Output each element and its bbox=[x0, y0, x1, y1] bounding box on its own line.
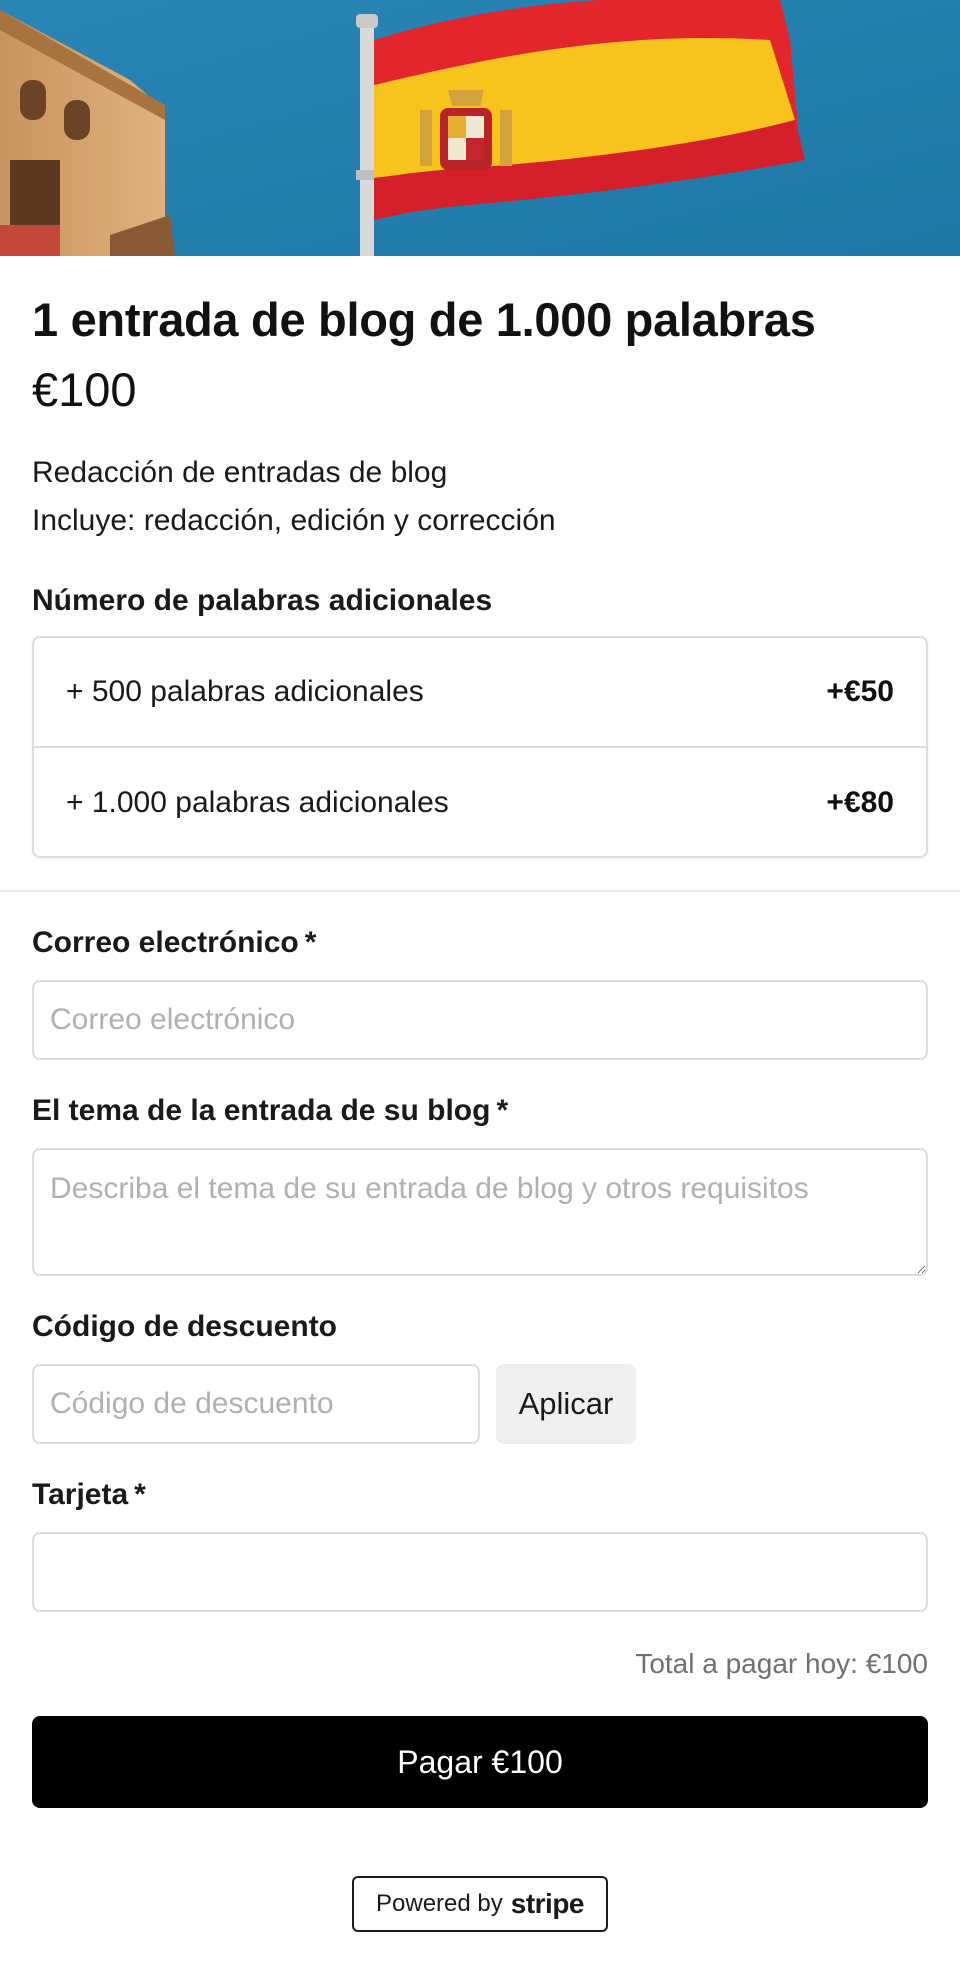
discount-code-input[interactable] bbox=[32, 1364, 480, 1444]
hero-image bbox=[0, 0, 960, 256]
topic-label: El tema de la entrada de su blog * bbox=[32, 1094, 509, 1127]
addon-option-1000[interactable]: + 1.000 palabras adicionales +€80 bbox=[34, 748, 926, 858]
topic-textarea[interactable] bbox=[32, 1148, 928, 1276]
apply-discount-button[interactable]: Aplicar bbox=[496, 1364, 636, 1444]
section-divider bbox=[0, 890, 960, 892]
pay-button[interactable]: Pagar €100 bbox=[32, 1716, 928, 1808]
product-title: 1 entrada de blog de 1.000 palabras bbox=[32, 293, 816, 346]
addons-list: + 500 palabras adicionales +€50 + 1.000 … bbox=[32, 636, 928, 858]
stripe-logo: stripe bbox=[510, 1888, 585, 1919]
required-mark: * bbox=[496, 1094, 509, 1127]
addon-option-label: + 1.000 palabras adicionales bbox=[66, 786, 449, 819]
addons-label: Número de palabras adicionales bbox=[32, 584, 493, 617]
powered-by-text: Powered by bbox=[376, 1890, 503, 1917]
email-label: Correo electrónico * bbox=[32, 926, 317, 959]
product-description-line: Redacción de entradas de blog bbox=[32, 456, 448, 489]
card-label: Tarjeta * bbox=[32, 1478, 146, 1511]
addon-option-price: +€80 bbox=[826, 786, 894, 819]
card-input[interactable] bbox=[32, 1532, 928, 1612]
required-mark: * bbox=[134, 1478, 146, 1511]
addon-option-label: + 500 palabras adicionales bbox=[66, 675, 424, 708]
total-due-text: Total a pagar hoy: €100 bbox=[635, 1648, 928, 1679]
addon-option-price: +€50 bbox=[826, 675, 894, 708]
required-mark: * bbox=[304, 926, 317, 959]
addon-option-500[interactable]: + 500 palabras adicionales +€50 bbox=[34, 638, 926, 748]
discount-label: Código de descuento bbox=[32, 1310, 338, 1343]
product-price: €100 bbox=[32, 363, 137, 416]
powered-by-stripe-badge[interactable]: Powered by stripe bbox=[352, 1876, 608, 1932]
spain-flag-illustration bbox=[0, 0, 960, 256]
email-field[interactable] bbox=[32, 980, 928, 1060]
product-description-line: Incluye: redacción, edición y corrección bbox=[32, 504, 556, 537]
